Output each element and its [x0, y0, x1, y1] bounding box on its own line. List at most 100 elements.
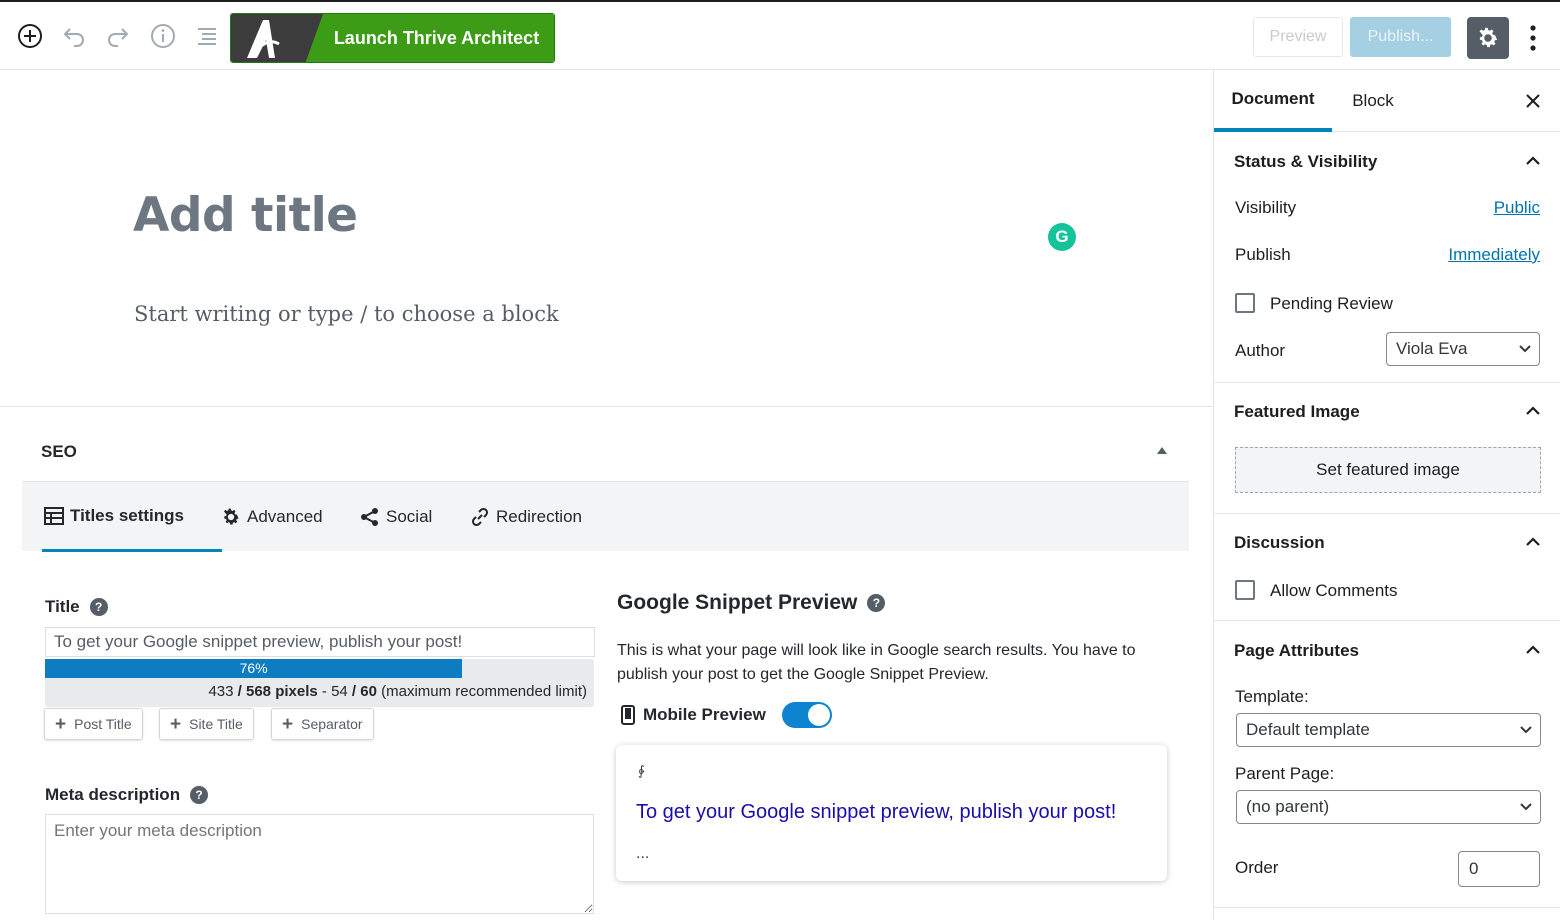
chevron-up-icon[interactable] — [1525, 406, 1541, 416]
snippet-description: This is what your page will look like in… — [617, 642, 1136, 683]
mobile-preview-row: Mobile Preview — [621, 702, 832, 728]
allow-comments-label: Allow Comments — [1270, 581, 1398, 600]
pending-review-checkbox[interactable] — [1235, 293, 1255, 313]
block-appender[interactable]: Start writing or type / to choose a bloc… — [134, 302, 559, 326]
snippet-heading-text: Google Snippet Preview — [617, 591, 858, 614]
tab-label: Social — [386, 507, 433, 526]
title-field-label: Title ? — [45, 597, 108, 617]
grammarly-icon[interactable]: G — [1048, 223, 1076, 251]
template-label: Template: — [1235, 687, 1309, 706]
help-icon[interactable]: ? — [867, 594, 886, 612]
variable-button-label: Site Title — [189, 716, 243, 732]
chevron-down-icon — [1519, 345, 1531, 353]
publish-button[interactable]: Publish... — [1350, 17, 1451, 57]
author-select[interactable]: Viola Eva — [1386, 332, 1540, 366]
info-icon[interactable] — [146, 16, 180, 56]
panel-title[interactable]: Featured Image — [1234, 402, 1360, 422]
chevron-up-icon[interactable] — [1525, 537, 1541, 547]
post-title-input[interactable]: Add title — [133, 188, 358, 243]
pending-review-label: Pending Review — [1270, 294, 1393, 313]
thrive-button-label: Launch Thrive Architect — [305, 14, 554, 62]
add-block-icon[interactable] — [13, 16, 47, 56]
page-attributes-panel: Page Attributes Template: Default templa… — [1214, 621, 1560, 908]
outline-icon[interactable] — [190, 16, 224, 56]
author-label: Author — [1235, 341, 1286, 360]
chevron-up-icon[interactable] — [1525, 156, 1541, 166]
snippet-preview-heading: Google Snippet Preview ? — [617, 591, 886, 615]
editor-canvas: Add title Start writing or type / to cho… — [0, 70, 1213, 407]
parent-page-select[interactable]: (no parent) — [1236, 790, 1541, 824]
chevron-down-icon — [1520, 726, 1532, 734]
publish-label: Publish — [1235, 245, 1291, 264]
tab-label: Advanced — [247, 507, 323, 526]
tab-label: Titles settings — [70, 505, 184, 525]
author-value: Viola Eva — [1396, 339, 1468, 358]
mobile-phone-icon — [621, 705, 635, 725]
mobile-preview-toggle[interactable] — [781, 702, 832, 728]
set-featured-image-button[interactable]: Set featured image — [1235, 447, 1541, 493]
pixels-max: 568 pixels — [246, 683, 318, 700]
variable-button-label: Post Title — [74, 716, 132, 732]
plus-icon: + — [282, 713, 294, 735]
thrive-logo — [231, 14, 323, 62]
snippet-url: ∳ — [638, 763, 645, 778]
panel-title[interactable]: Status & Visibility — [1234, 152, 1377, 172]
tab-redirection[interactable]: Redirection — [470, 482, 582, 552]
tab-titles-settings[interactable]: Titles settings — [42, 482, 222, 552]
help-icon[interactable]: ? — [190, 786, 209, 804]
chevron-down-icon — [1520, 803, 1532, 811]
undo-icon[interactable] — [57, 16, 91, 56]
meta-field-label: Meta description ? — [45, 785, 209, 805]
seo-tabs: Titles settings Advanced Social Redirect… — [22, 481, 1189, 552]
visibility-link[interactable]: Public — [1494, 198, 1540, 218]
chevron-up-icon[interactable] — [1525, 645, 1541, 655]
meta-description-textarea[interactable] — [45, 814, 594, 914]
help-icon[interactable]: ? — [89, 598, 108, 616]
title-label-text: Title — [45, 597, 80, 616]
seo-title-input[interactable]: To get your Google snippet preview, publ… — [45, 627, 595, 657]
template-value: Default template — [1246, 720, 1370, 739]
gear-icon — [1479, 27, 1498, 48]
tab-document[interactable]: Document — [1214, 70, 1332, 132]
allow-comments-checkbox[interactable] — [1235, 580, 1255, 600]
parent-page-label: Parent Page: — [1235, 764, 1335, 783]
mobile-preview-label: Mobile Preview — [643, 705, 766, 724]
tab-social[interactable]: Social — [360, 482, 432, 552]
chars-used: 54 — [331, 683, 348, 700]
settings-sidebar: Document Block Status & Visibility Visib… — [1213, 70, 1560, 920]
insert-site-title-button[interactable]: + Site Title — [159, 708, 254, 740]
tab-block[interactable]: Block — [1332, 70, 1414, 132]
insert-post-title-button[interactable]: + Post Title — [44, 708, 143, 740]
close-icon[interactable] — [1524, 92, 1542, 110]
settings-button[interactable] — [1467, 17, 1509, 59]
redo-icon[interactable] — [101, 16, 135, 56]
pixels-separator: / — [233, 683, 246, 700]
panel-title[interactable]: Page Attributes — [1234, 641, 1359, 661]
snippet-title-link[interactable]: To get your Google snippet preview, publ… — [636, 801, 1116, 824]
template-select[interactable]: Default template — [1236, 713, 1541, 747]
title-length-meter: 76% 433 / 568 pixels - 54 / 60 (maximum … — [45, 659, 594, 707]
launch-thrive-architect-button[interactable]: Launch Thrive Architect — [230, 13, 555, 63]
sidebar-tabs: Document Block — [1214, 70, 1560, 132]
limit-note: (maximum recommended limit) — [376, 683, 587, 700]
status-visibility-panel: Status & Visibility Visibility Public Pu… — [1214, 132, 1560, 383]
tab-advanced[interactable]: Advanced — [221, 482, 323, 552]
plus-icon: + — [170, 713, 182, 735]
more-options-button[interactable] — [1518, 17, 1548, 59]
publish-date-link[interactable]: Immediately — [1448, 245, 1540, 265]
seo-metabox: SEO Titles settings Advanced Social Redi… — [0, 406, 1213, 920]
google-snippet-card: ∳ To get your Google snippet preview, pu… — [616, 745, 1167, 881]
preview-button[interactable]: Preview — [1253, 17, 1343, 57]
meta-label-text: Meta description — [45, 785, 181, 804]
collapse-triangle-icon[interactable] — [1156, 445, 1168, 455]
editor-toolbar: Launch Thrive Architect Preview Publish.… — [0, 0, 1560, 70]
pixels-used: 433 — [208, 683, 234, 700]
snippet-description-preview: ... — [636, 845, 650, 862]
panel-title[interactable]: Discussion — [1234, 533, 1325, 553]
order-input[interactable]: 0 — [1458, 851, 1540, 887]
seo-heading: SEO — [41, 442, 77, 461]
chars-max: 60 — [360, 683, 377, 700]
visibility-label: Visibility — [1235, 198, 1297, 217]
insert-separator-button[interactable]: + Separator — [271, 708, 374, 740]
discussion-panel: Discussion Allow Comments — [1214, 514, 1560, 621]
